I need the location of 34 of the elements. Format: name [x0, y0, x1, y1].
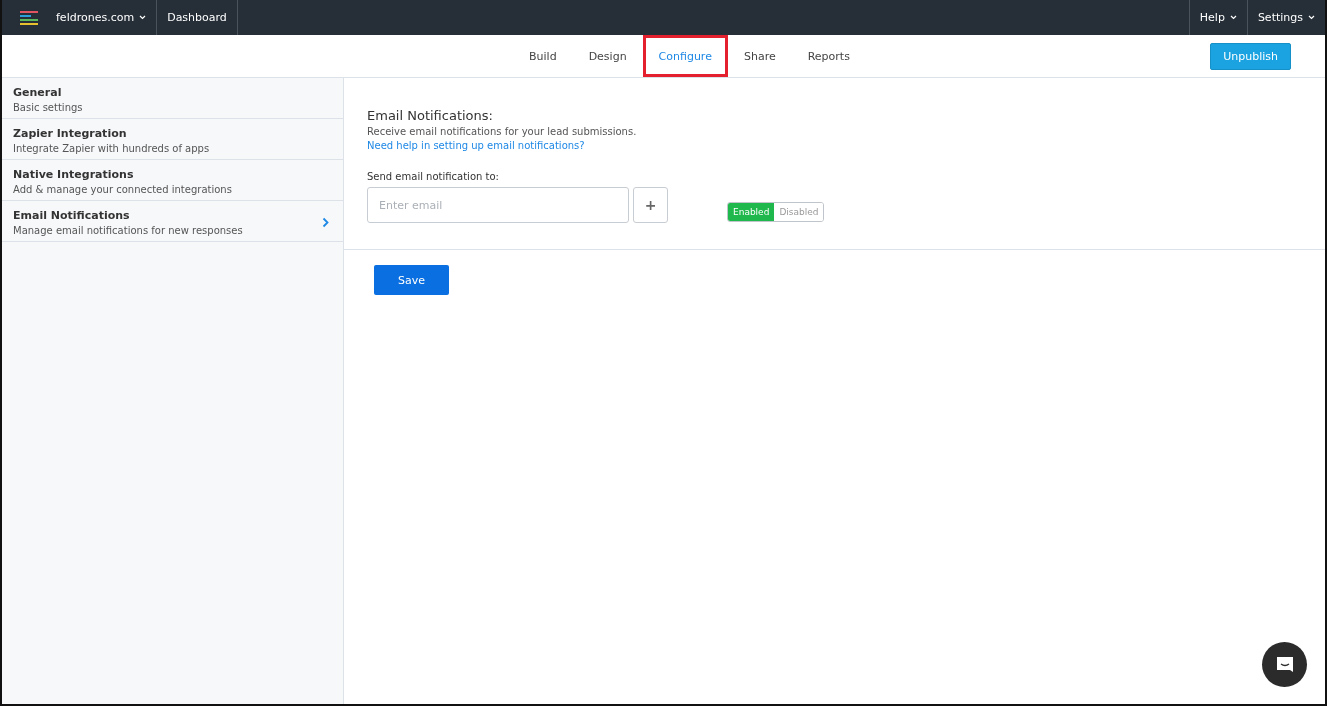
item-subtitle: Manage email notifications for new responses [13, 225, 244, 236]
nav-menu[interactable]: Help [1188, 0, 1247, 35]
item-title: Zapier Integration [13, 127, 128, 140]
add-button[interactable]: + [633, 187, 668, 223]
section-title: Email Notifications: [367, 108, 494, 123]
caret-icon [1229, 15, 1237, 20]
item-title: General [13, 86, 63, 99]
item-subtitle: Basic settings [13, 102, 84, 113]
tab[interactable]: Reports [791, 35, 866, 77]
caret-icon [1308, 15, 1315, 20]
save-button[interactable]: Save [374, 265, 449, 295]
chat-icon [1274, 654, 1295, 675]
email-input[interactable]: Enter email [367, 187, 629, 223]
tab[interactable]: Design [572, 35, 643, 77]
help-link[interactable]: Need help in setting up email notifications? [367, 140, 585, 151]
item-subtitle: Add & manage your connected integrations [13, 184, 233, 195]
tab[interactable]: Share [727, 35, 792, 77]
section-description: Receive email notifications for your lead submissions. [367, 126, 638, 137]
sidebar-item[interactable]: Native Integrations Add & manage your connected integrations [2, 160, 343, 201]
sidebar-item[interactable]: General Basic settings [2, 78, 343, 119]
logo-icon[interactable] [20, 10, 38, 25]
chat-button[interactable] [1262, 642, 1307, 687]
caret-icon [139, 15, 147, 20]
item-subtitle: Integrate Zapier with hundreds of apps [13, 143, 211, 154]
tab[interactable]: Build [513, 35, 573, 77]
sidebar-item[interactable]: Zapier Integration Integrate Zapier with hundreds of apps [2, 119, 343, 160]
field-label: Send email notification to: [367, 171, 500, 182]
item-title: Native Integrations [13, 168, 135, 181]
tab[interactable]: Configure [642, 35, 728, 77]
item-title: Email Notifications [13, 209, 131, 222]
nav-menu[interactable]: Settings [1246, 0, 1325, 35]
site-menu[interactable]: feldrones.com [46, 0, 158, 35]
sidebar-item[interactable]: Email Notifications Manage email notifications for new responses [2, 201, 343, 242]
nav-link[interactable]: Dashboard [157, 0, 238, 35]
